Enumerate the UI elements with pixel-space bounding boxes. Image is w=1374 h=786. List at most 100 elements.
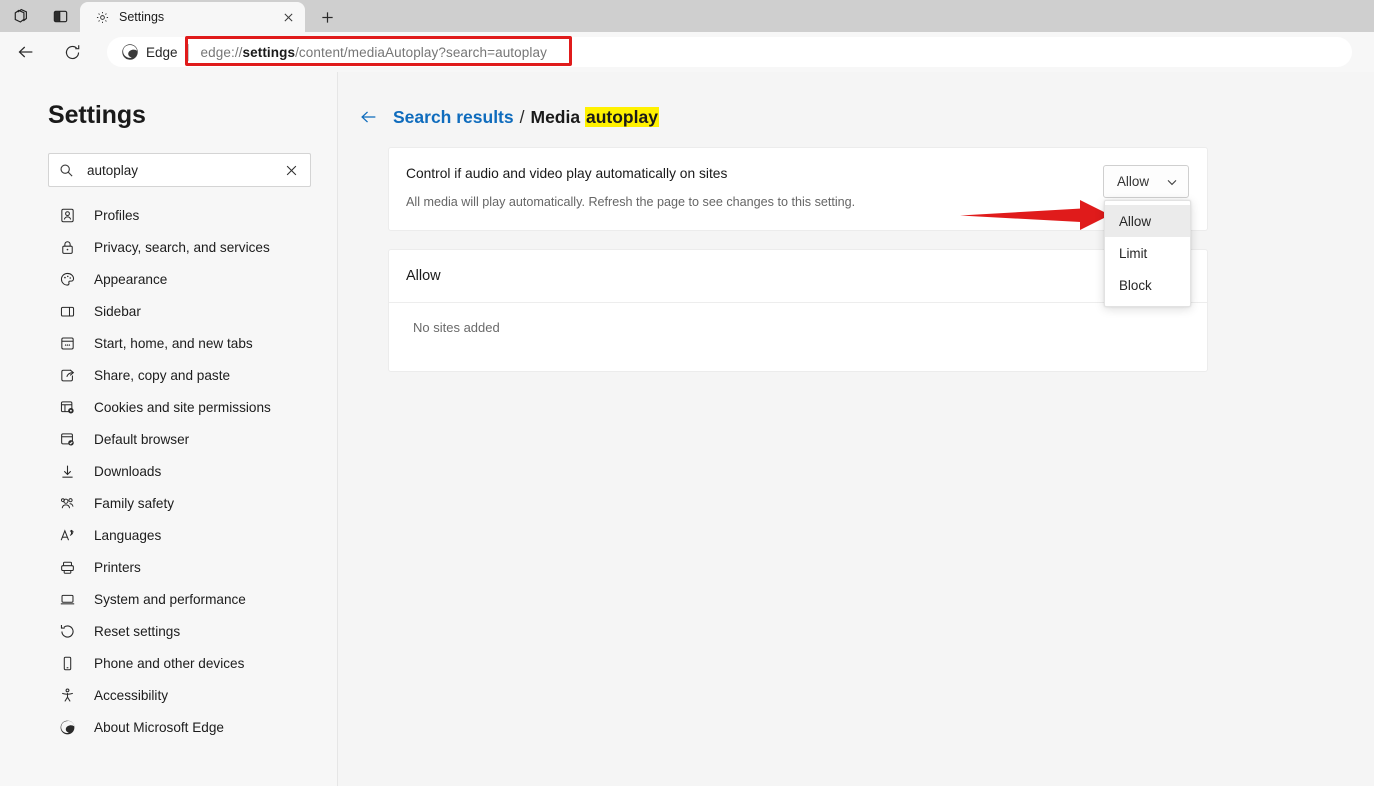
translate-icon	[58, 526, 76, 544]
omnibox[interactable]: Edge edge://settings/content/mediaAutopl…	[107, 37, 1352, 67]
accessibility-person-icon	[58, 686, 76, 704]
search-settings-box[interactable]: autoplay	[48, 153, 311, 187]
sidebar-item-printers[interactable]: Printers	[0, 551, 337, 583]
browser-toolbar: Edge edge://settings/content/mediaAutopl…	[0, 32, 1374, 72]
sidebar-item-label: Phone and other devices	[94, 655, 245, 671]
new-tab-button[interactable]	[310, 2, 344, 32]
setting-title: Control if audio and video play automati…	[406, 166, 728, 181]
page-content: Settings autoplay Profiles Privacy, sear…	[0, 72, 1374, 786]
dropdown-option-block[interactable]: Block	[1105, 269, 1190, 301]
sidebar-item-sidebar[interactable]: Sidebar	[0, 295, 337, 327]
dropdown-option-limit[interactable]: Limit	[1105, 237, 1190, 269]
share-icon	[58, 366, 76, 384]
palette-icon	[58, 270, 76, 288]
allow-section-label: Allow	[406, 268, 441, 284]
autoplay-select-button[interactable]: Allow	[1103, 165, 1189, 198]
sidebar-item-downloads[interactable]: Downloads	[0, 455, 337, 487]
phone-icon	[58, 654, 76, 672]
back-arrow-icon[interactable]	[358, 106, 380, 128]
people-icon	[58, 494, 76, 512]
copilot-tabs-icon[interactable]	[0, 0, 40, 32]
dropdown-option-label: Allow	[1119, 213, 1151, 229]
breadcrumb-current: Media autoplay	[530, 106, 659, 127]
cookies-gear-icon	[58, 398, 76, 416]
sidebar-item-label: Profiles	[94, 207, 140, 223]
reset-circular-arrow-icon	[58, 622, 76, 640]
close-icon[interactable]	[280, 159, 302, 181]
search-term-highlight: autoplay	[584, 106, 659, 127]
printer-icon	[58, 558, 76, 576]
sidebar-item-label: Start, home, and new tabs	[94, 335, 253, 351]
sidebar-item-default-browser[interactable]: Default browser	[0, 423, 337, 455]
sidebar-item-label: Appearance	[94, 271, 168, 287]
sidebar-item-phone-other-devices[interactable]: Phone and other devices	[0, 647, 337, 679]
new-tab-page-icon	[58, 334, 76, 352]
breadcrumb-search-results-link[interactable]: Search results	[393, 107, 514, 128]
no-sites-added-label: No sites added	[413, 320, 500, 335]
sidebar-item-about-microsoft-edge[interactable]: About Microsoft Edge	[0, 711, 337, 743]
edge-profile-chip[interactable]: Edge	[117, 43, 188, 61]
sidebar-item-share-copy-paste[interactable]: Share, copy and paste	[0, 359, 337, 391]
browser-check-icon	[58, 430, 76, 448]
back-button[interactable]	[9, 35, 43, 69]
sidebar-item-label: Reset settings	[94, 623, 181, 639]
settings-nav-list: Profiles Privacy, search, and services A…	[0, 199, 337, 743]
sidebar-item-appearance[interactable]: Appearance	[0, 263, 337, 295]
profile-card-icon	[58, 206, 76, 224]
breadcrumb: Search results / Media autoplay	[338, 106, 1374, 128]
sidebar-item-languages[interactable]: Languages	[0, 519, 337, 551]
dropdown-option-label: Block	[1119, 277, 1152, 293]
sidebar-item-cookies-site-permissions[interactable]: Cookies and site permissions	[0, 391, 337, 423]
split-screen-icon[interactable]	[40, 0, 80, 32]
browser-window: Settings Edge edge://settings/content/me…	[0, 0, 1374, 786]
sidebar-item-profiles[interactable]: Profiles	[0, 199, 337, 231]
lock-icon	[58, 238, 76, 256]
edge-logo-icon	[58, 718, 76, 736]
autoplay-dropdown-menu[interactable]: Allow Limit Block	[1104, 200, 1191, 307]
sidebar-item-start-home-new-tabs[interactable]: Start, home, and new tabs	[0, 327, 337, 359]
settings-sidebar: Settings autoplay Profiles Privacy, sear…	[0, 72, 338, 786]
sidebar-item-label: Privacy, search, and services	[94, 239, 270, 255]
dropdown-option-allow[interactable]: Allow	[1105, 205, 1190, 237]
allow-section-header: Allow	[389, 250, 1207, 303]
allow-section-empty: No sites added	[389, 303, 1207, 371]
dropdown-option-label: Limit	[1119, 245, 1148, 261]
laptop-icon	[58, 590, 76, 608]
sidebar-item-label: Cookies and site permissions	[94, 399, 271, 415]
omnibox-wrapper: Edge edge://settings/content/mediaAutopl…	[107, 37, 1374, 67]
edge-chip-label: Edge	[146, 44, 178, 60]
close-icon[interactable]	[277, 6, 299, 28]
sidebar-item-reset-settings[interactable]: Reset settings	[0, 615, 337, 647]
sidebar-item-privacy-search-services[interactable]: Privacy, search, and services	[0, 231, 337, 263]
sidebar-item-label: Downloads	[94, 463, 162, 479]
settings-main-pane: Search results / Media autoplay Control …	[338, 72, 1374, 786]
sidebar-item-label: Sidebar	[94, 303, 141, 319]
breadcrumb-text: Search results / Media autoplay	[393, 106, 659, 128]
tab-title: Settings	[119, 10, 165, 24]
sidebar-item-label: Share, copy and paste	[94, 367, 231, 383]
edge-logo-icon	[122, 44, 138, 60]
sidebar-item-label: Family safety	[94, 495, 175, 511]
breadcrumb-separator: /	[519, 106, 525, 127]
sidebar-item-label: About Microsoft Edge	[94, 719, 224, 735]
autoplay-select-value: Allow	[1117, 174, 1149, 189]
chevron-down-icon	[1165, 175, 1179, 189]
sidebar-item-family-safety[interactable]: Family safety	[0, 487, 337, 519]
media-autoplay-setting-card: Control if audio and video play automati…	[388, 147, 1208, 231]
setting-row: Control if audio and video play automati…	[389, 148, 1207, 230]
url-text: edge://settings/content/mediaAutoplay?se…	[200, 44, 547, 60]
search-icon	[59, 163, 74, 178]
reload-button[interactable]	[55, 35, 89, 69]
sidebar-item-accessibility[interactable]: Accessibility	[0, 679, 337, 711]
gear-icon	[94, 9, 110, 25]
sidebar-panel-icon	[58, 302, 76, 320]
setting-description: All media will play automatically. Refre…	[406, 195, 856, 209]
download-arrow-icon	[58, 462, 76, 480]
sidebar-item-system-performance[interactable]: System and performance	[0, 583, 337, 615]
address-bar-input[interactable]: edge://settings/content/mediaAutoplay?se…	[189, 37, 1352, 67]
sidebar-item-label: Printers	[94, 559, 141, 575]
search-input[interactable]: autoplay	[74, 163, 280, 178]
browser-tab-settings[interactable]: Settings	[80, 2, 305, 32]
allow-sites-card: Allow No sites added	[388, 249, 1208, 372]
sidebar-item-label: Languages	[94, 527, 162, 543]
